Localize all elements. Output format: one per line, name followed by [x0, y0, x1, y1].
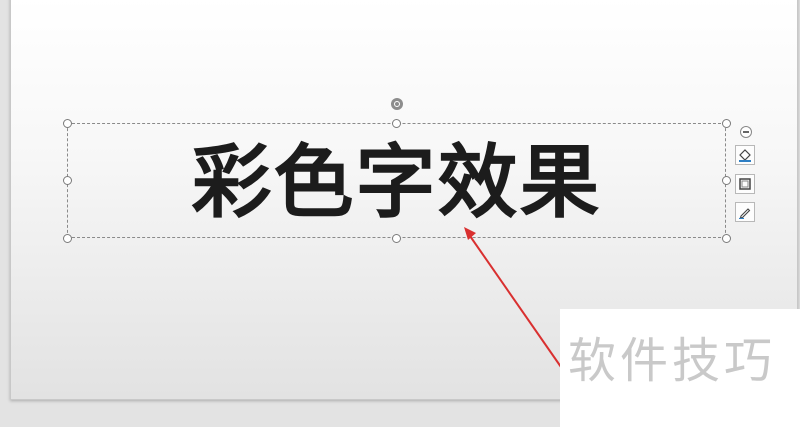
watermark-panel: 软件技巧: [560, 309, 800, 427]
watermark-text: 软件技巧: [568, 333, 777, 389]
annotation-arrow-line: [469, 235, 562, 368]
annotation-arrow-head: [464, 227, 476, 240]
workspace-canvas: 彩色字效果 软件技巧: [0, 0, 800, 427]
